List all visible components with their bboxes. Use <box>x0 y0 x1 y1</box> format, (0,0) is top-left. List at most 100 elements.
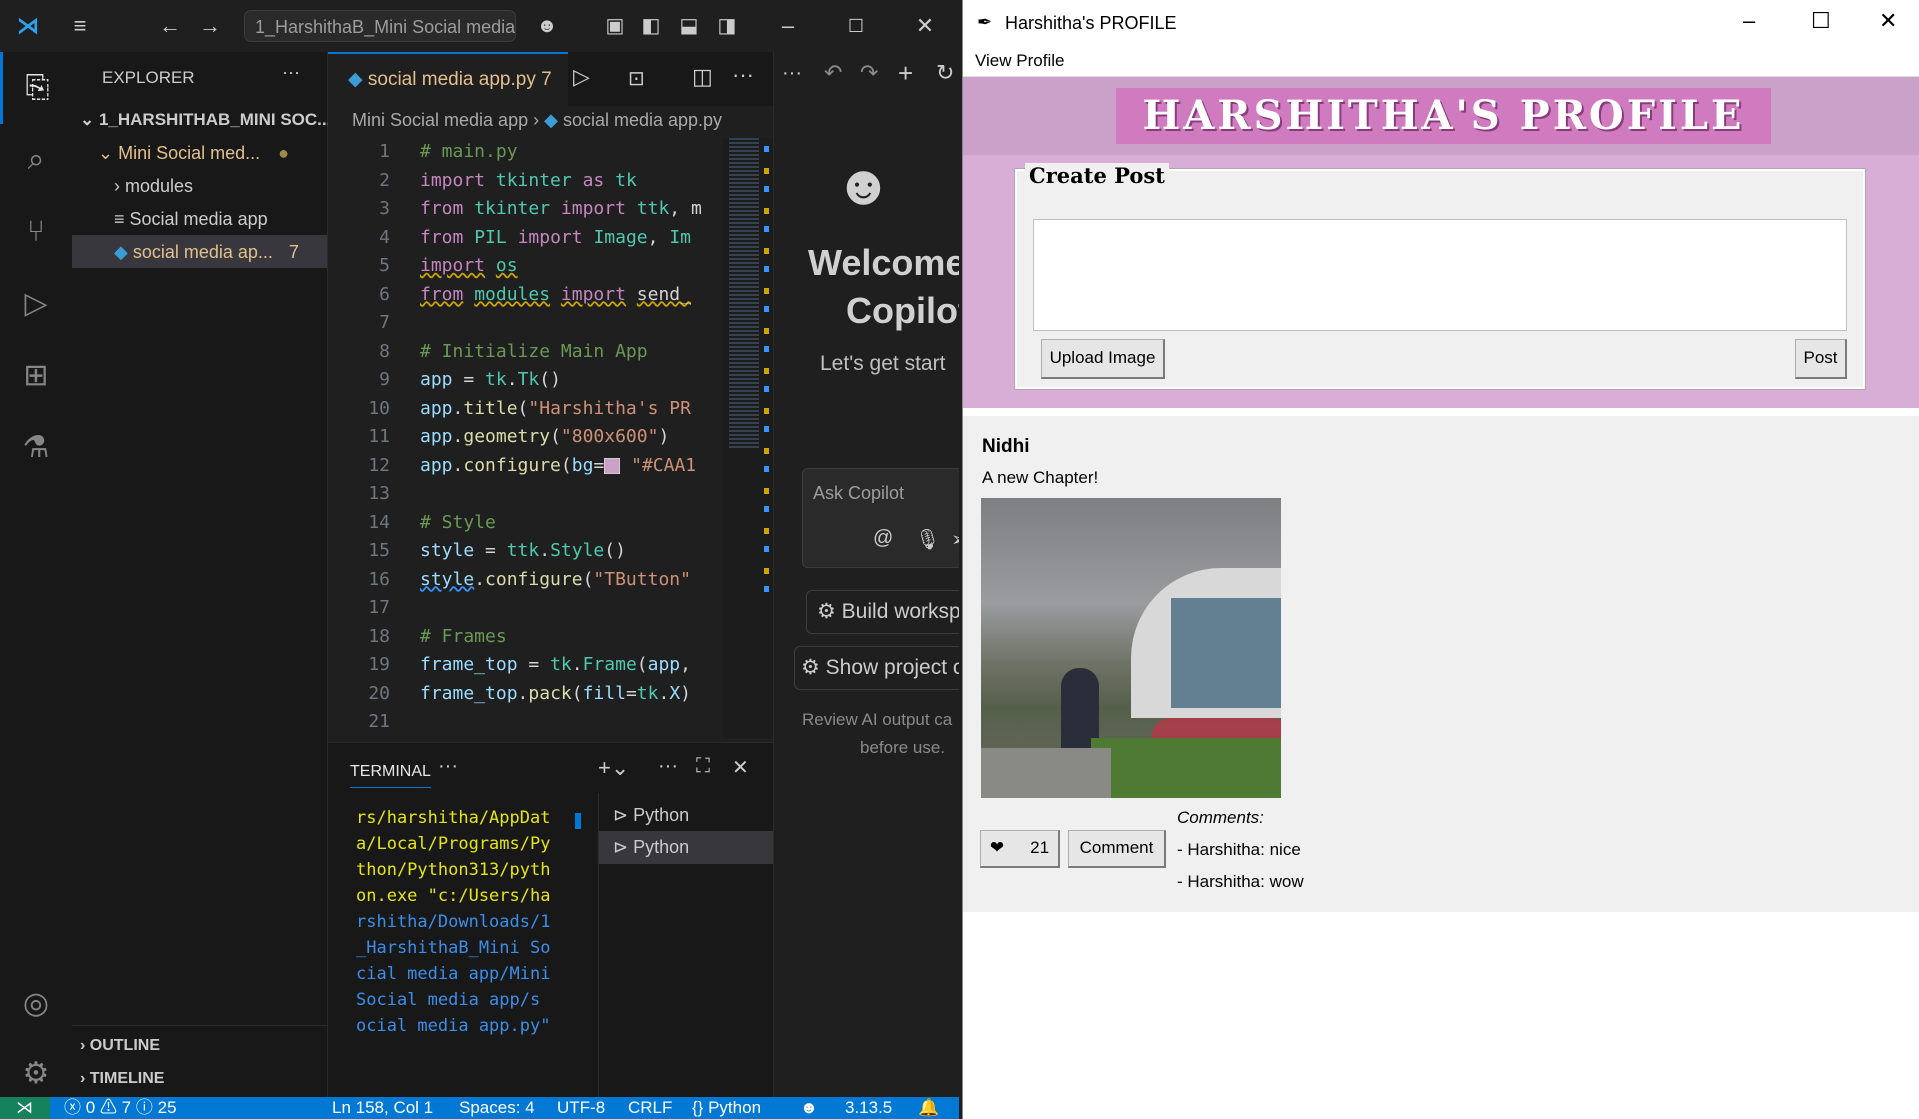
post-button[interactable]: Post <box>1795 339 1847 379</box>
toggle-panel-icon[interactable]: ⬓ <box>674 0 704 52</box>
ask-copilot-input[interactable]: Ask Copilot @ 🎙 ➢ <box>802 468 959 568</box>
python-version[interactable]: 3.13.5 <box>845 1097 892 1119</box>
maximize-button[interactable]: ☐ <box>1811 8 1831 34</box>
toggle-secondary-sidebar-icon[interactable]: ◨ <box>712 0 742 52</box>
bell-icon[interactable]: 🔔 <box>918 1097 939 1119</box>
indentation[interactable]: Spaces: 4 <box>459 1097 535 1119</box>
build-workspace-button[interactable]: ⚙ Build worksp <box>806 590 959 634</box>
forward-arrow-icon[interactable]: → <box>195 0 225 52</box>
code-line: 12 app.configure(bg= "#CAA1 <box>368 454 697 476</box>
explorer-icon[interactable]: ⎘ <box>0 52 72 124</box>
timeline-section[interactable]: › TIMELINE <box>80 1070 164 1088</box>
tab-social-media-app[interactable]: ◆ social media app.py 7 <box>328 52 568 106</box>
undo-icon[interactable]: ↶ <box>824 60 842 86</box>
comment-button[interactable]: Comment <box>1068 830 1166 868</box>
extensions-icon[interactable]: ⊞ <box>0 340 72 412</box>
tree-item-file[interactable]: ≡ Social media app <box>114 209 268 230</box>
toggle-sidebar-icon[interactable]: ◧ <box>636 0 666 52</box>
minimap[interactable] <box>723 138 773 738</box>
microphone-icon[interactable]: 🎙 <box>915 527 940 552</box>
accounts-icon[interactable]: ◎ <box>0 968 72 1040</box>
post-text-input[interactable] <box>1033 219 1847 331</box>
run-debug-icon[interactable]: ▷ <box>0 268 72 340</box>
workspace-root[interactable]: ⌄ 1_HARSHITHAB_MINI SOC... <box>80 110 331 130</box>
cursor-position[interactable]: Ln 158, Col 1 <box>332 1097 433 1119</box>
explorer-more-icon[interactable]: ··· <box>282 62 300 83</box>
pavement-shape <box>981 748 1111 798</box>
minimize-button[interactable]: – <box>1743 8 1755 34</box>
layout-customize-icon[interactable]: ▣ <box>600 0 630 52</box>
testing-icon[interactable]: ⚗ <box>0 412 72 484</box>
menu-view-profile[interactable]: View Profile <box>975 51 1064 71</box>
tab-terminal[interactable]: TERMINAL <box>350 763 431 788</box>
like-button[interactable]: ❤ 21 <box>980 830 1060 868</box>
like-count: 21 <box>1030 838 1050 857</box>
info-icon: ⓘ <box>135 1098 158 1117</box>
terminal-instance[interactable]: ⊳ Python <box>613 805 689 826</box>
code-line: 19 frame_top = tk.Frame(app, <box>368 654 691 675</box>
error-icon: ⓧ <box>64 1098 86 1117</box>
encoding[interactable]: UTF-8 <box>557 1097 605 1119</box>
maximize-button[interactable]: ☐ <box>838 0 874 52</box>
code-line: 2 import tkinter as tk <box>379 169 637 191</box>
window-title: Harshitha's PROFILE <box>1005 13 1177 33</box>
tree-item-folder[interactable]: ⌄ Mini Social med... ● <box>98 143 289 164</box>
terminal-instance-selected[interactable]: ⊳ Python <box>599 831 774 864</box>
send-icon[interactable]: ➢ <box>951 527 959 552</box>
terminal-scrollbar[interactable] <box>575 805 582 935</box>
code-editor[interactable]: 1 # main.py 2 import tkinter as tk 3 from t… <box>328 138 723 738</box>
minimize-button[interactable]: – <box>770 0 806 52</box>
open-changes-icon[interactable]: ⊡ <box>628 66 645 91</box>
editor-more-icon[interactable]: ··· <box>732 62 754 88</box>
maximize-panel-icon[interactable]: ⛶ <box>696 755 710 778</box>
new-chat-icon[interactable]: + <box>898 58 913 89</box>
split-editor-icon[interactable]: ◫ <box>692 64 713 90</box>
code-line: 17 <box>368 597 390 618</box>
show-project-button[interactable]: ⚙ Show project c <box>794 646 959 690</box>
warning-icon: ⚠ <box>99 1098 122 1117</box>
language-mode[interactable]: {} Python <box>692 1097 761 1119</box>
run-icon[interactable]: ▷ <box>573 64 590 90</box>
line-ending[interactable]: CRLF <box>628 1097 672 1119</box>
code-line: 15 style = ttk.Style() <box>368 540 626 561</box>
close-button[interactable]: ✕ <box>905 0 945 52</box>
chevron-right-icon: › <box>114 176 125 196</box>
disclaimer-line: before use. <box>860 738 946 757</box>
tree-item-modules[interactable]: › modules <box>114 176 193 197</box>
breadcrumb[interactable]: Mini Social media app › ◆ social media a… <box>352 110 722 131</box>
create-post-frame: Create Post Upload Image Post <box>1014 163 1866 390</box>
back-arrow-icon[interactable]: ← <box>155 0 185 52</box>
copilot-status-icon[interactable]: ☻ <box>800 1097 818 1119</box>
chat-more-icon[interactable]: ··· <box>782 62 802 85</box>
copilot-logo-icon: ☻ <box>834 153 893 216</box>
search-icon[interactable]: ⌕ <box>0 124 72 196</box>
close-panel-icon[interactable]: ✕ <box>732 755 749 780</box>
new-terminal-icon[interactable]: +⌄ <box>598 755 629 781</box>
source-control-icon[interactable]: ⑂ <box>0 196 72 268</box>
copilot-icon[interactable]: ☻ <box>530 0 564 52</box>
close-button[interactable]: ✕ <box>1879 8 1897 34</box>
code-line: 11 app.geometry("800x600") <box>368 426 670 447</box>
history-icon[interactable]: ↻ <box>936 60 954 86</box>
python-file-icon: ◆ <box>544 110 563 130</box>
problems-indicator[interactable]: ⓧ 0 ⚠ 7 ⓘ 25 <box>64 1097 177 1119</box>
code-line: 9 app = tk.Tk() <box>379 369 561 390</box>
panel-more-icon[interactable]: ··· <box>438 755 458 778</box>
grass-shape <box>1091 738 1281 798</box>
remote-indicator[interactable]: ⋊ <box>0 1097 50 1119</box>
create-post-label: Create Post <box>1025 163 1169 188</box>
color-swatch[interactable] <box>604 457 621 474</box>
mention-icon[interactable]: @ <box>873 527 893 550</box>
outline-section[interactable]: › OUTLINE <box>80 1037 160 1055</box>
menu-icon[interactable]: ≡ <box>60 0 100 52</box>
vscode-window: ⋊ ≡ ← → 1_HarshithaB_Mini Social media a… <box>0 0 959 1119</box>
command-center-search[interactable]: 1_HarshithaB_Mini Social media a <box>244 10 516 42</box>
terminal-more-icon[interactable]: ··· <box>658 755 678 778</box>
upload-image-button[interactable]: Upload Image <box>1041 339 1165 379</box>
editor-area: ◆ social media app.py 7 ▷ ⊡ ◫ ··· Mini S… <box>328 52 773 742</box>
problem-count-badge: 7 <box>288 242 299 262</box>
redo-icon[interactable]: ↷ <box>860 60 878 86</box>
tree-item-selected[interactable]: ◆ social media ap... 7 <box>72 235 327 268</box>
code-line: 14 # Style <box>368 511 496 533</box>
chevron-down-icon: ⌄ <box>80 110 99 129</box>
